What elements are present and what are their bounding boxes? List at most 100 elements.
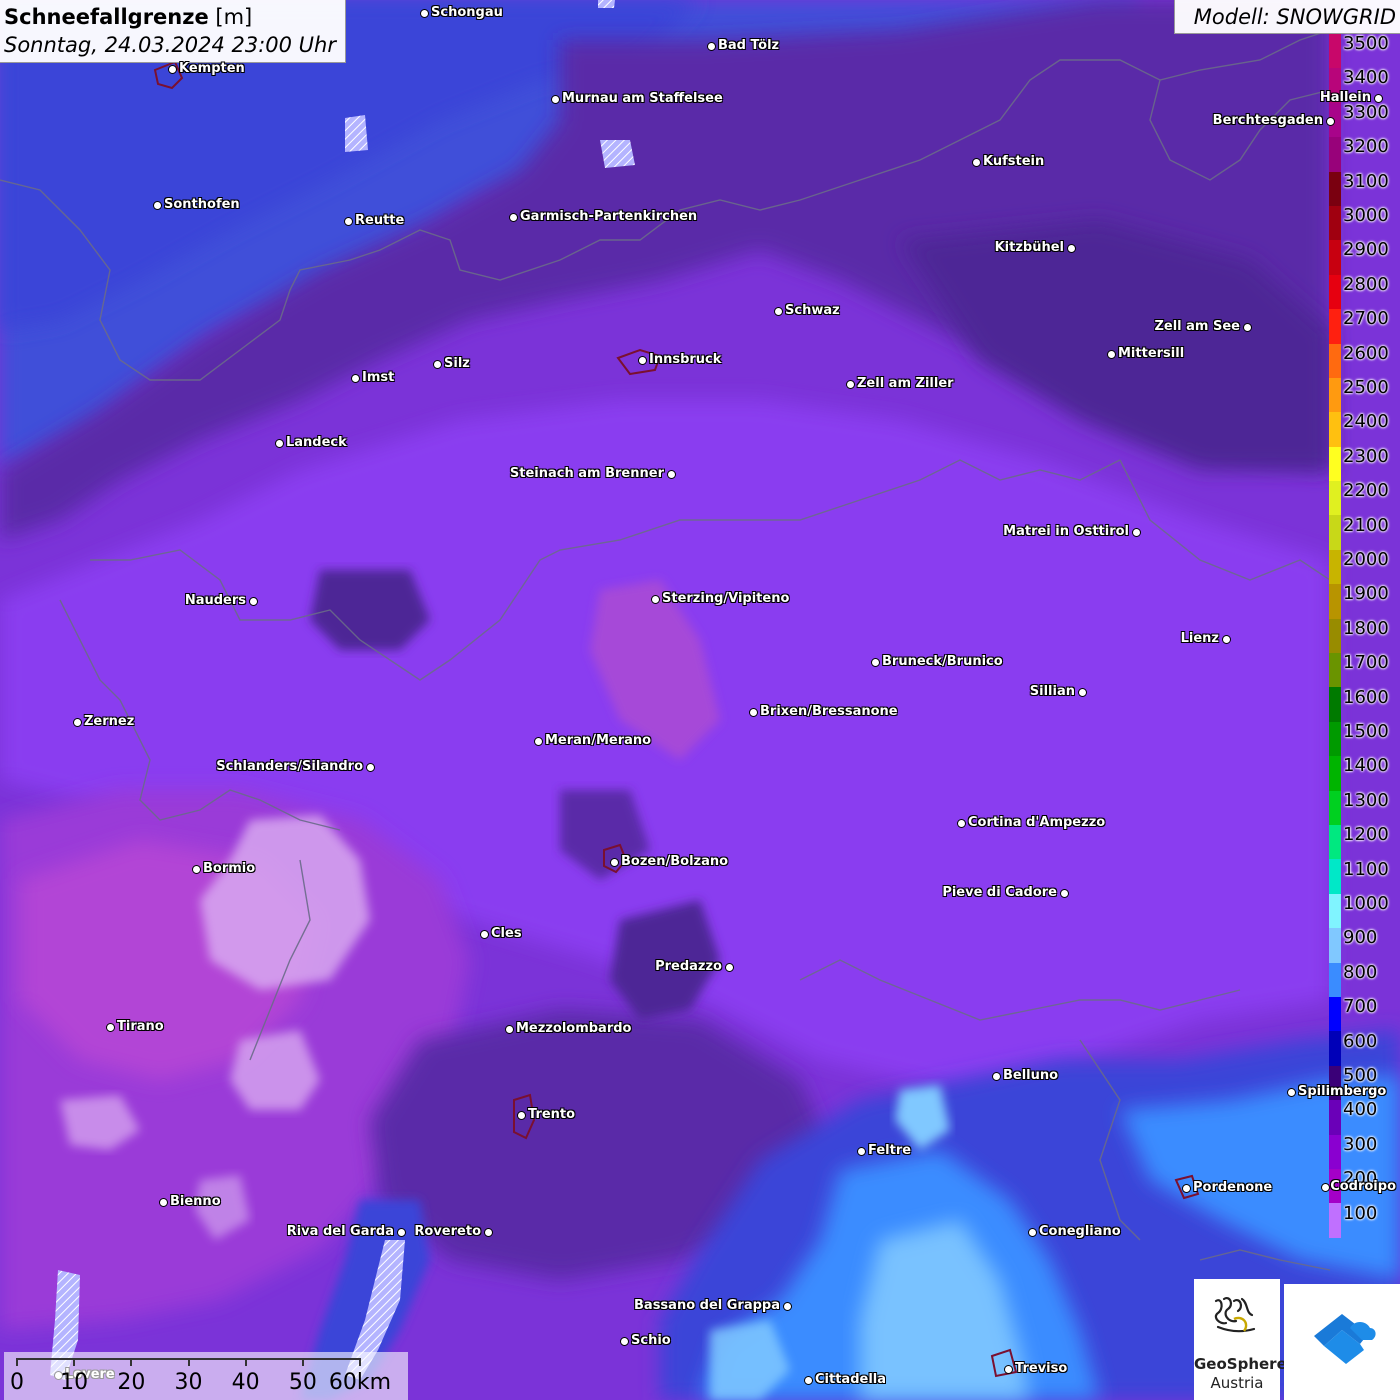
city-marker[interactable] [517, 1111, 526, 1120]
city-label[interactable]: Belluno [1003, 1068, 1058, 1083]
city-marker[interactable] [1182, 1184, 1191, 1193]
city-marker[interactable] [667, 470, 676, 479]
city-label[interactable]: Zell am Ziller [857, 376, 954, 391]
city-marker[interactable] [857, 1147, 866, 1156]
city-marker[interactable] [871, 658, 880, 667]
city-marker[interactable] [651, 595, 660, 604]
city-marker[interactable] [551, 95, 560, 104]
city-marker[interactable] [249, 597, 258, 606]
snowfall-line-map[interactable]: Schneefallgrenze [m] Sonntag, 24.03.2024… [0, 0, 1400, 1400]
city-label[interactable]: Schlanders/Silandro [216, 759, 363, 774]
city-marker[interactable] [509, 213, 518, 222]
city-label[interactable]: Hallein [1320, 90, 1371, 105]
city-label[interactable]: Zell am See [1154, 319, 1240, 334]
city-marker[interactable] [1287, 1088, 1296, 1097]
city-marker[interactable] [725, 963, 734, 972]
city-label[interactable]: Cittadella [815, 1372, 886, 1387]
snow-app-logo[interactable] [1284, 1284, 1400, 1400]
city-label[interactable]: Lienz [1181, 631, 1219, 646]
city-marker[interactable] [1132, 528, 1141, 537]
city-label[interactable]: Spilimbergo [1298, 1084, 1386, 1099]
city-label[interactable]: Silz [444, 356, 470, 371]
city-label[interactable]: Codroipo [1330, 1179, 1396, 1194]
geosphere-austria-logo[interactable]: GeoSphere Austria [1194, 1279, 1287, 1400]
city-label[interactable]: Predazzo [655, 959, 722, 974]
city-label[interactable]: Sonthofen [164, 197, 240, 212]
city-marker[interactable] [106, 1023, 115, 1032]
city-marker[interactable] [433, 360, 442, 369]
city-label[interactable]: Innsbruck [649, 352, 721, 367]
city-marker[interactable] [1374, 94, 1383, 103]
city-label[interactable]: Bienno [170, 1194, 221, 1209]
city-label[interactable]: Rovereto [414, 1224, 481, 1239]
city-marker[interactable] [344, 217, 353, 226]
city-marker[interactable] [972, 158, 981, 167]
city-label[interactable]: Cortina d'Ampezzo [968, 815, 1105, 830]
city-marker[interactable] [620, 1337, 629, 1346]
city-marker[interactable] [1028, 1228, 1037, 1237]
city-label[interactable]: Mezzolombardo [516, 1021, 631, 1036]
city-marker[interactable] [992, 1072, 1001, 1081]
city-label[interactable]: Kitzbühel [995, 240, 1064, 255]
city-marker[interactable] [168, 65, 177, 74]
city-label[interactable]: Schwaz [785, 303, 840, 318]
city-marker[interactable] [397, 1228, 406, 1237]
city-label[interactable]: Imst [362, 370, 394, 385]
city-marker[interactable] [846, 380, 855, 389]
city-label[interactable]: Tirano [117, 1019, 164, 1034]
city-marker[interactable] [1321, 1183, 1330, 1192]
city-marker[interactable] [1004, 1365, 1013, 1374]
city-marker[interactable] [420, 9, 429, 18]
city-marker[interactable] [153, 201, 162, 210]
city-label[interactable]: Zernez [84, 714, 134, 729]
city-label[interactable]: Brixen/Bressanone [760, 704, 898, 719]
city-label[interactable]: Bad Tölz [718, 38, 779, 53]
city-label[interactable]: Garmisch-Partenkirchen [520, 209, 697, 224]
city-marker[interactable] [275, 439, 284, 448]
city-marker[interactable] [610, 858, 619, 867]
city-label[interactable]: Treviso [1015, 1361, 1067, 1376]
city-marker[interactable] [366, 763, 375, 772]
city-label[interactable]: Conegliano [1039, 1224, 1121, 1239]
city-marker[interactable] [505, 1025, 514, 1034]
city-label[interactable]: Trento [528, 1107, 575, 1122]
city-marker[interactable] [159, 1198, 168, 1207]
city-label[interactable]: Mittersill [1118, 346, 1184, 361]
city-label[interactable]: Landeck [286, 435, 347, 450]
city-marker[interactable] [638, 356, 647, 365]
city-label[interactable]: Bruneck/Brunico [882, 654, 1003, 669]
city-label[interactable]: Pieve di Cadore [942, 885, 1057, 900]
city-marker[interactable] [192, 865, 201, 874]
city-marker[interactable] [351, 374, 360, 383]
city-label[interactable]: Murnau am Staffelsee [562, 91, 723, 106]
city-marker[interactable] [1222, 635, 1231, 644]
city-label[interactable]: Meran/Merano [545, 733, 651, 748]
city-label[interactable]: Schio [631, 1333, 671, 1348]
city-label[interactable]: Kempten [179, 61, 245, 76]
city-label[interactable]: Bozen/Bolzano [621, 854, 728, 869]
city-label[interactable]: Berchtesgaden [1213, 113, 1323, 128]
city-label[interactable]: Pordenone [1193, 1180, 1272, 1195]
city-marker[interactable] [1243, 323, 1252, 332]
city-label[interactable]: Matrei in Osttirol [1003, 524, 1129, 539]
city-label[interactable]: Bormio [203, 861, 255, 876]
city-marker[interactable] [534, 737, 543, 746]
city-label[interactable]: Reutte [355, 213, 404, 228]
city-label[interactable]: Kufstein [983, 154, 1044, 169]
city-marker[interactable] [1060, 889, 1069, 898]
city-label[interactable]: Cles [491, 926, 522, 941]
city-label[interactable]: Sillian [1030, 684, 1075, 699]
city-marker[interactable] [783, 1302, 792, 1311]
city-label[interactable]: Sterzing/Vipiteno [662, 591, 789, 606]
city-marker[interactable] [73, 718, 82, 727]
city-label[interactable]: Feltre [868, 1143, 911, 1158]
city-marker[interactable] [804, 1376, 813, 1385]
city-marker[interactable] [1078, 688, 1087, 697]
city-marker[interactable] [1326, 117, 1335, 126]
city-label[interactable]: Riva del Garda [287, 1224, 394, 1239]
city-marker[interactable] [774, 307, 783, 316]
city-marker[interactable] [480, 930, 489, 939]
city-marker[interactable] [707, 42, 716, 51]
city-label[interactable]: Nauders [185, 593, 246, 608]
city-marker[interactable] [749, 708, 758, 717]
